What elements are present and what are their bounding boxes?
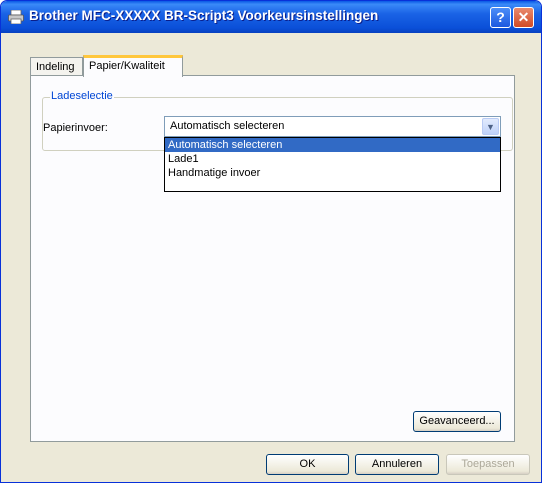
option-handmatige-invoer[interactable]: Handmatige invoer bbox=[165, 166, 500, 180]
paper-source-dropdown[interactable]: Automatisch selecteren ▼ bbox=[164, 116, 501, 137]
printer-icon bbox=[8, 9, 24, 25]
ok-button[interactable]: OK bbox=[266, 454, 349, 475]
cancel-button[interactable]: Annuleren bbox=[355, 454, 439, 475]
close-icon: ✕ bbox=[517, 9, 530, 25]
chevron-down-icon[interactable]: ▼ bbox=[482, 118, 499, 135]
advanced-button[interactable]: Geavanceerd... bbox=[413, 411, 501, 432]
tab-label: Papier/Kwaliteit bbox=[89, 60, 165, 72]
option-lade1[interactable]: Lade1 bbox=[165, 152, 500, 166]
tab-label: Indeling bbox=[36, 61, 75, 73]
window-title: Brother MFC-XXXXX BR-Script3 Voorkeursin… bbox=[29, 8, 379, 23]
option-automatisch-selecteren[interactable]: Automatisch selecteren bbox=[165, 138, 500, 152]
paper-source-list: Automatisch selecteren Lade1 Handmatige … bbox=[164, 137, 501, 192]
paper-source-label: Papierinvoer: bbox=[43, 122, 108, 134]
close-button[interactable]: ✕ bbox=[513, 7, 534, 28]
apply-button[interactable]: Toepassen bbox=[446, 454, 530, 475]
help-button[interactable]: ? bbox=[490, 7, 511, 28]
title-bar[interactable]: Brother MFC-XXXXX BR-Script3 Voorkeursin… bbox=[1, 1, 541, 33]
printer-preferences-dialog: Brother MFC-XXXXX BR-Script3 Voorkeursin… bbox=[0, 0, 542, 483]
tab-indeling[interactable]: Indeling bbox=[30, 57, 83, 75]
group-label: Ladeselectie bbox=[50, 90, 114, 102]
tab-papier-kwaliteit[interactable]: Papier/Kwaliteit bbox=[83, 55, 183, 77]
paper-source-value: Automatisch selecteren bbox=[170, 120, 285, 132]
tab-panel: Ladeselectie Papierinvoer: Automatisch s… bbox=[30, 75, 515, 442]
